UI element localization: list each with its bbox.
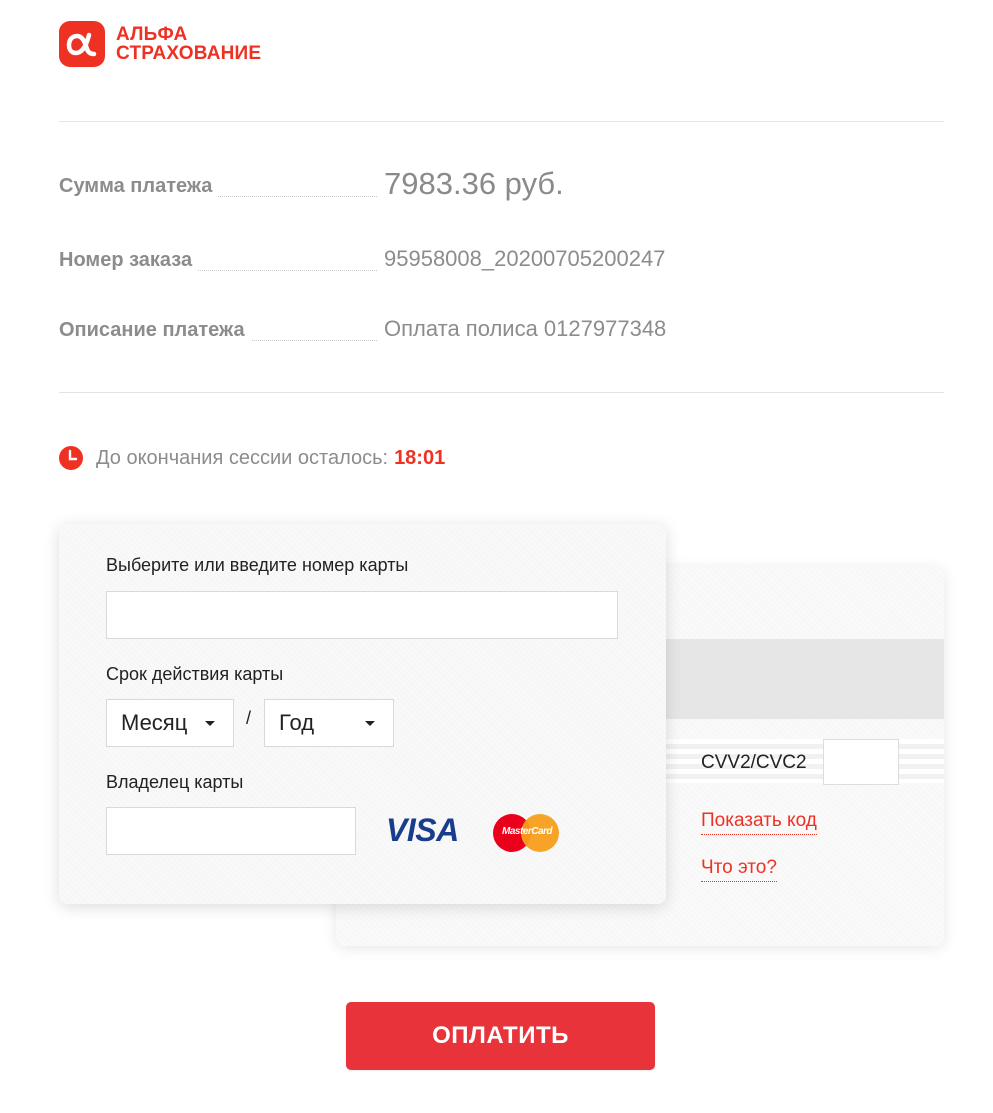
cvv-input[interactable] bbox=[823, 739, 899, 785]
expiry-month-select[interactable]: Месяц bbox=[106, 699, 234, 747]
brand-name-line1: АЛЬФА bbox=[116, 24, 188, 45]
expiry-year-value: Год bbox=[279, 710, 315, 735]
description-label: Описание платежа bbox=[59, 319, 251, 342]
order-row: Номер заказа 95958008_20200705200247 bbox=[59, 240, 944, 280]
expiry-year-select[interactable]: Год bbox=[264, 699, 394, 747]
mastercard-text: MasterCard bbox=[501, 826, 553, 837]
session-text: До окончания сессии осталось: bbox=[96, 446, 389, 469]
session-timer: До окончания сессии осталось: 18:01 bbox=[59, 446, 445, 470]
expiry-separator: / bbox=[246, 708, 252, 728]
cvv-label: CVV2/CVC2 bbox=[701, 752, 807, 773]
brand-name-line2: СТРАХОВАНИЕ bbox=[116, 43, 262, 64]
brand-name: АЛЬФА СТРАХОВАНИЕ bbox=[116, 25, 261, 63]
divider-middle bbox=[59, 392, 944, 393]
description-row: Описание платежа Оплата полиса 012797734… bbox=[59, 310, 944, 350]
card-number-input[interactable] bbox=[106, 591, 618, 639]
session-time: 18:01 bbox=[394, 446, 446, 469]
brand-logo: АЛЬФА СТРАХОВАНИЕ bbox=[59, 21, 261, 67]
expiry-label: Срок действия карты bbox=[106, 664, 284, 684]
chevron-down-icon bbox=[205, 721, 215, 726]
mastercard-logo-icon: MasterCard bbox=[493, 812, 561, 852]
card-holder-input[interactable] bbox=[106, 807, 356, 855]
card-number-label: Выберите или введите номер карты bbox=[106, 555, 409, 575]
alfa-logo-icon bbox=[59, 21, 105, 67]
amount-row: Сумма платежа 7983.36 руб. bbox=[59, 166, 944, 206]
what-is-it-link[interactable]: Что это? bbox=[701, 857, 777, 882]
chevron-down-icon bbox=[365, 721, 375, 726]
show-code-link[interactable]: Показать код bbox=[701, 810, 817, 835]
divider-top bbox=[59, 121, 944, 122]
order-label: Номер заказа bbox=[59, 249, 199, 272]
alpha-symbol-icon bbox=[66, 32, 97, 57]
description-value: Оплата полиса 0127977348 bbox=[384, 316, 667, 341]
amount-label: Сумма платежа bbox=[59, 175, 219, 198]
amount-value: 7983.36 руб. bbox=[384, 166, 564, 201]
expiry-month-value: Месяц bbox=[121, 710, 188, 735]
pay-button[interactable]: ОПЛАТИТЬ bbox=[346, 1002, 655, 1070]
holder-label: Владелец карты bbox=[106, 772, 244, 792]
clock-icon bbox=[59, 446, 83, 470]
order-value: 95958008_20200705200247 bbox=[384, 246, 666, 271]
card-front-panel: Выберите или введите номер карты Срок де… bbox=[59, 524, 666, 904]
visa-logo-icon: VISA bbox=[386, 812, 459, 848]
